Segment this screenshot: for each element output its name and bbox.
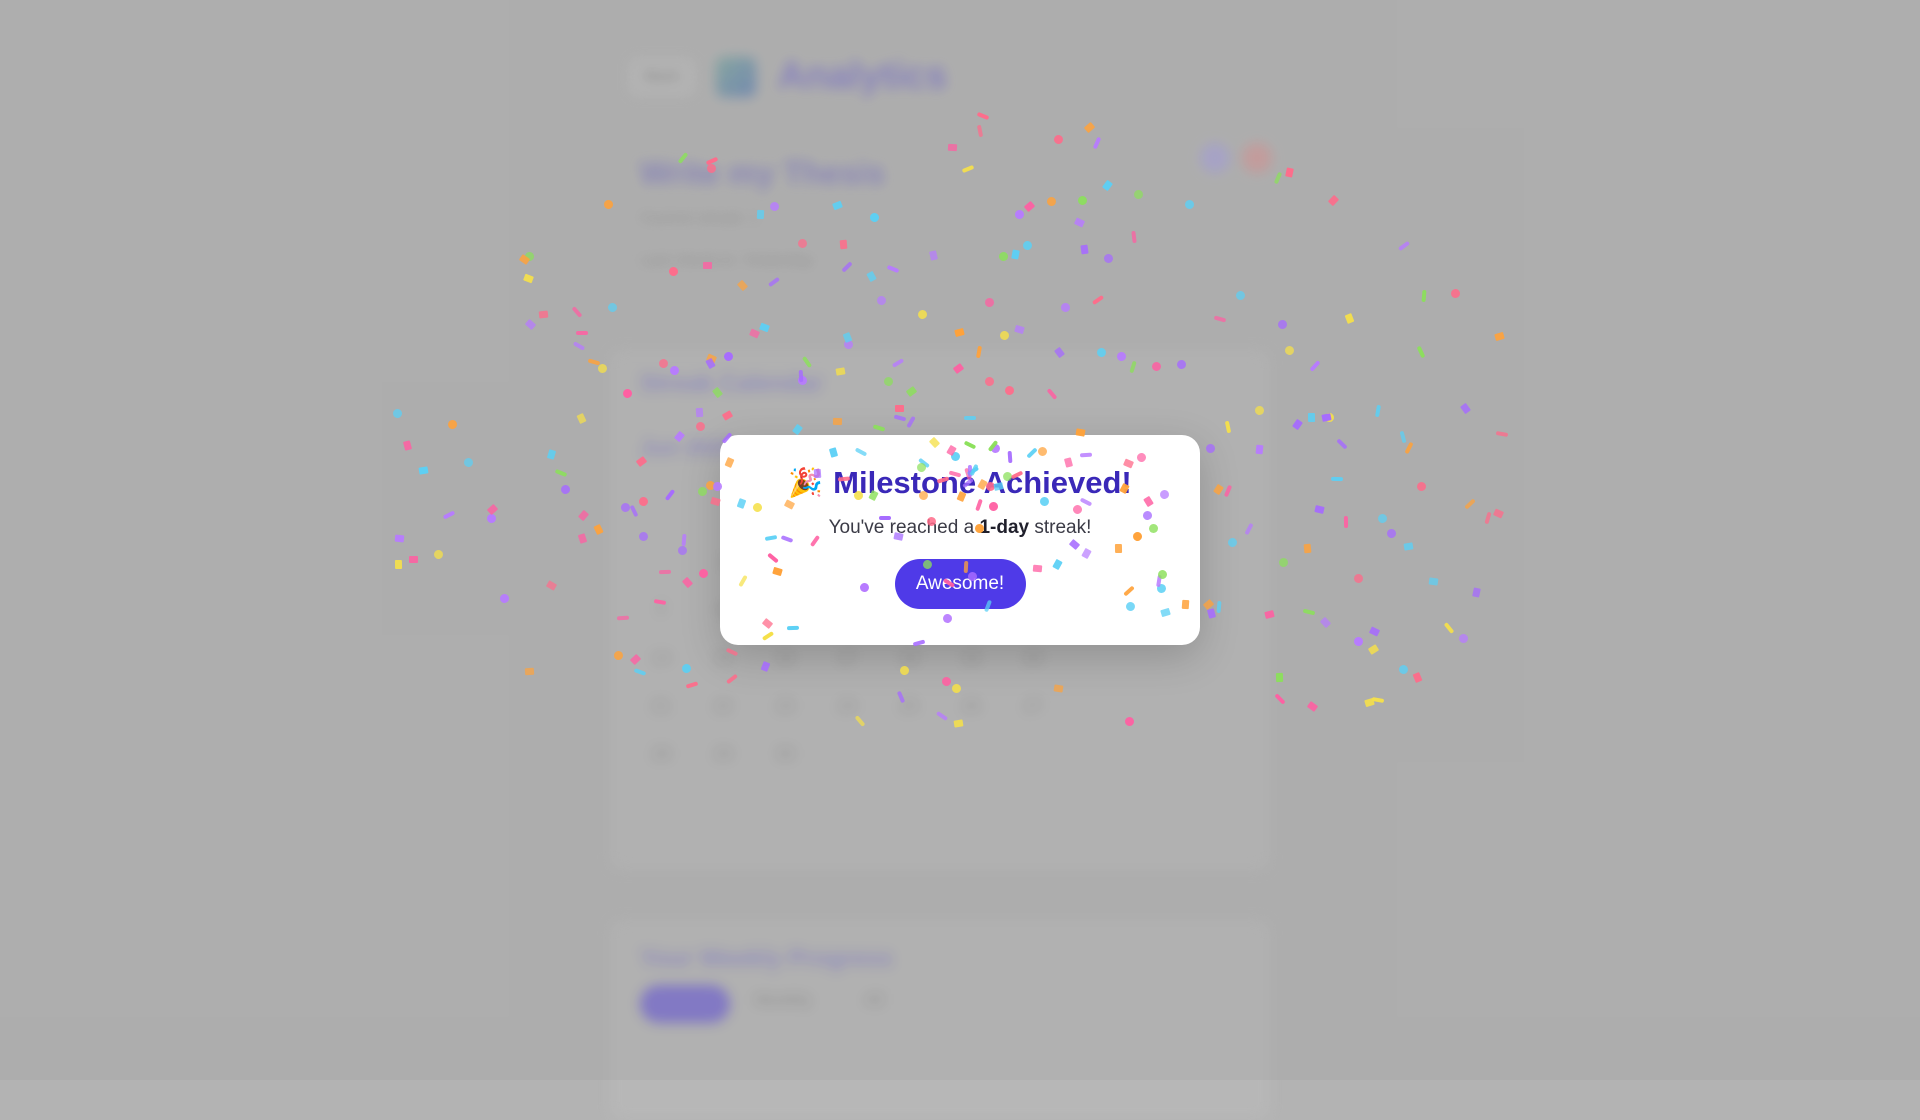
- streak-count: 1-day: [979, 517, 1030, 538]
- message-suffix: streak!: [1029, 517, 1092, 538]
- message-prefix: You've reached a: [828, 517, 980, 538]
- modal-title: Milestone Achieved!: [833, 465, 1132, 500]
- milestone-modal: 🎉 Milestone Achieved! You've reached a 1…: [720, 435, 1200, 645]
- modal-header: 🎉 Milestone Achieved!: [788, 465, 1131, 501]
- awesome-button[interactable]: Awesome!: [894, 559, 1026, 609]
- party-popper-icon: 🎉: [788, 466, 824, 499]
- modal-message: You've reached a 1-day streak!: [829, 517, 1092, 539]
